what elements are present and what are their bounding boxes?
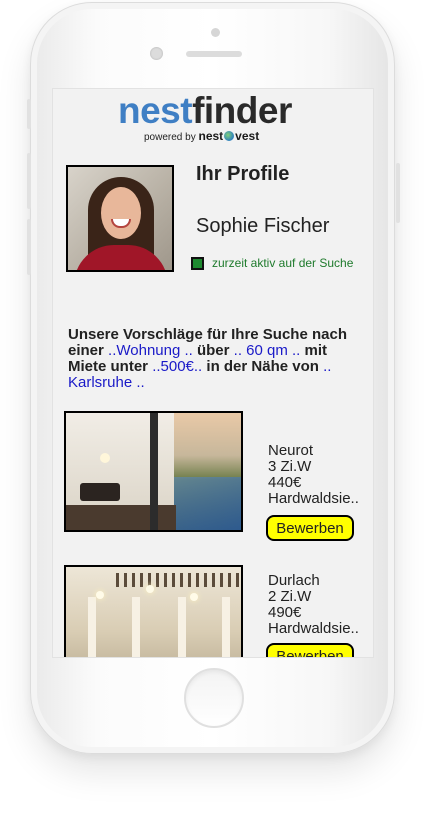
listing-rooms: 3 Zi.W: [268, 458, 312, 475]
earpiece-speaker: [186, 51, 242, 57]
logo-wordmark: nestfinder: [118, 90, 292, 131]
listing-rooms: 2 Zi.W: [268, 588, 312, 605]
globe-icon: [224, 131, 235, 141]
volume-up-button: [27, 153, 31, 209]
profile-name: Sophie Fischer: [196, 215, 330, 237]
app-screen: nestfinder powered by nest vest Ihr Profi…: [52, 88, 374, 658]
search-status[interactable]: zurzeit aktiv auf der Suche: [191, 255, 371, 271]
listing-card: Neurot 3 Zi.W 440€ Hardwaldsie.. Bewerbe…: [64, 411, 370, 541]
listing-card: Durlach 2 Zi.W 490€ Hardwaldsie.. Bewerb…: [64, 565, 370, 657]
home-button[interactable]: [184, 668, 244, 728]
profile-title: Ihr Profile: [196, 163, 290, 185]
suggestions-summary: Unsere Vorschläge für Ihre Suche nach ei…: [68, 326, 347, 391]
proximity-sensor: [211, 28, 220, 37]
listing-street: Hardwaldsie..: [268, 490, 359, 507]
volume-down-button: [27, 219, 31, 275]
apartment-hall-photo[interactable]: [64, 565, 243, 657]
search-size-keyword[interactable]: .. 60 qm ..: [234, 342, 301, 359]
listing-city: Durlach: [268, 572, 320, 589]
search-type-keyword[interactable]: ..Wohnung ..: [108, 342, 193, 359]
mute-switch: [27, 99, 31, 129]
nestfinder-logo[interactable]: nestfinder powered by nest vest: [118, 90, 318, 145]
apartment-balcony-photo[interactable]: [64, 411, 243, 532]
status-text: zurzeit aktiv auf der Suche: [212, 256, 354, 270]
status-indicator-icon[interactable]: [191, 256, 204, 270]
listing-price: 490€: [268, 604, 302, 621]
apply-button[interactable]: Bewerben: [266, 515, 354, 541]
powered-by-line: powered by nest vest: [144, 129, 259, 145]
listing-city: Neurot: [268, 442, 314, 459]
power-button: [396, 163, 400, 223]
nestvest-brand: nest vest: [198, 129, 260, 143]
listing-street: Hardwaldsie..: [268, 620, 359, 637]
powered-by-label: powered by: [144, 132, 196, 143]
search-rent-keyword[interactable]: ..500€..: [152, 358, 202, 375]
apply-button[interactable]: Bewerben: [266, 643, 354, 657]
profile-avatar[interactable]: [66, 165, 174, 272]
listing-price: 440€: [268, 474, 302, 491]
front-camera: [150, 47, 163, 60]
